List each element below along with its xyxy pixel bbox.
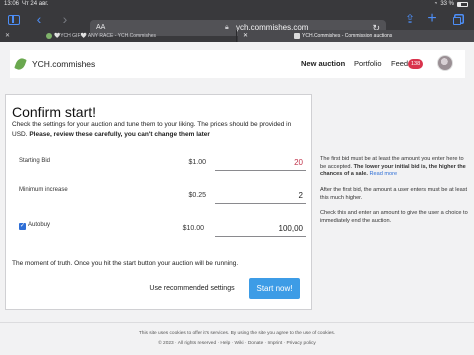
autobuy-help: Check this and enter an amount to give t… bbox=[320, 210, 468, 224]
navbar: YCH.commishes New auction Portfolio Feed… bbox=[10, 50, 465, 78]
status-right: ◔ 33 % bbox=[434, 0, 468, 9]
nav-feed[interactable]: Feed bbox=[391, 50, 408, 78]
browser-tab[interactable]: ✕ 🤍YCH GIF🤍 ANY RACE - YCH.Commishes bbox=[0, 30, 237, 42]
user-avatar[interactable] bbox=[437, 55, 453, 71]
sidebar-toggle-icon[interactable] bbox=[6, 11, 22, 27]
tab-title: YCH.Commishes - Commission auctions bbox=[302, 33, 393, 39]
tab-strip: ✕ 🤍YCH GIF🤍 ANY RACE - YCH.Commishes ✕ Y… bbox=[0, 30, 474, 42]
minimum-increase-recommended: $0.25 bbox=[188, 192, 206, 199]
tab-title: 🤍YCH GIF🤍 ANY RACE - YCH.Commishes bbox=[54, 33, 157, 39]
autobuy-recommended: $10.00 bbox=[182, 225, 204, 232]
starting-bid-help: The first bid must be at least the amoun… bbox=[320, 156, 468, 179]
close-tab-icon[interactable]: ✕ bbox=[243, 30, 248, 42]
browser-tab-active[interactable]: ✕ YCH.Commishes - Commission auctions bbox=[238, 30, 474, 42]
autobuy-label: Autobuy bbox=[28, 222, 51, 228]
forward-arrow-icon[interactable]: › bbox=[59, 11, 71, 27]
wifi-icon: ◔ bbox=[433, 1, 438, 7]
status-time: 13:06 bbox=[4, 1, 20, 7]
nav-portfolio[interactable]: Portfolio bbox=[354, 50, 382, 78]
intro-text: Check the settings for your auction and … bbox=[12, 120, 308, 139]
battery-percent: 33 % bbox=[440, 1, 454, 7]
page-title: Confirm start! bbox=[12, 104, 97, 120]
minimum-increase-input[interactable] bbox=[215, 188, 306, 204]
minimum-increase-label: Minimum increase bbox=[19, 187, 68, 193]
share-icon[interactable]: ⇪ bbox=[403, 11, 417, 27]
site-header: YCH.commishes New auction Portfolio Feed… bbox=[0, 42, 474, 84]
back-arrow-icon[interactable]: ‹ bbox=[33, 11, 45, 27]
starting-bid-input[interactable] bbox=[215, 155, 306, 171]
starting-bid-label: Starting Bid bbox=[19, 158, 51, 164]
status-bar: 13:06 Чт 24 авг. ◔ 33 % bbox=[0, 0, 474, 9]
feed-count-badge: 138 bbox=[408, 59, 424, 69]
footer: This site uses cookies to offer it's ser… bbox=[0, 322, 474, 355]
cookie-notice: This site uses cookies to offer it's ser… bbox=[138, 331, 336, 336]
intro-warning: Please, review these carefully, you can'… bbox=[29, 130, 210, 138]
use-recommended-settings-button[interactable]: Use recommended settings bbox=[138, 279, 246, 298]
new-tab-icon[interactable]: + bbox=[425, 11, 439, 27]
site-logo-text[interactable]: YCH.commishes bbox=[32, 50, 95, 78]
autobuy-checkbox[interactable]: ✓ bbox=[19, 223, 26, 230]
leaf-logo-icon[interactable] bbox=[14, 56, 27, 72]
tab-favicon-icon bbox=[294, 33, 300, 39]
autobuy-input[interactable] bbox=[215, 221, 306, 237]
battery-icon bbox=[457, 2, 468, 7]
browser-chrome: 13:06 Чт 24 авг. ◔ 33 % ‹ › AA 🔒︎ ych.co… bbox=[0, 0, 474, 42]
starting-bid-recommended: $1.00 bbox=[188, 159, 206, 166]
footer-links[interactable]: © 2023 · All rights reserved · Help · Wi… bbox=[0, 341, 474, 346]
confirm-start-card: Confirm start! Check the settings for yo… bbox=[5, 94, 312, 310]
minimum-increase-help: After the first bid, the amount a user e… bbox=[320, 187, 468, 201]
close-tab-icon[interactable]: ✕ bbox=[5, 30, 10, 42]
status-date: Чт 24 авг. bbox=[22, 1, 49, 7]
moment-of-truth-text: The moment of truth. Once you hit the st… bbox=[12, 260, 239, 267]
browser-toolbar: ‹ › AA 🔒︎ ych.commishes.com ↻ ⇪ + bbox=[0, 9, 474, 36]
tab-overview-icon[interactable] bbox=[450, 11, 464, 27]
tab-favicon-icon bbox=[46, 33, 52, 39]
nav-new-auction[interactable]: New auction bbox=[301, 50, 345, 78]
start-now-button[interactable]: Start now! bbox=[249, 278, 300, 299]
read-more-link[interactable]: Read more bbox=[369, 171, 397, 177]
